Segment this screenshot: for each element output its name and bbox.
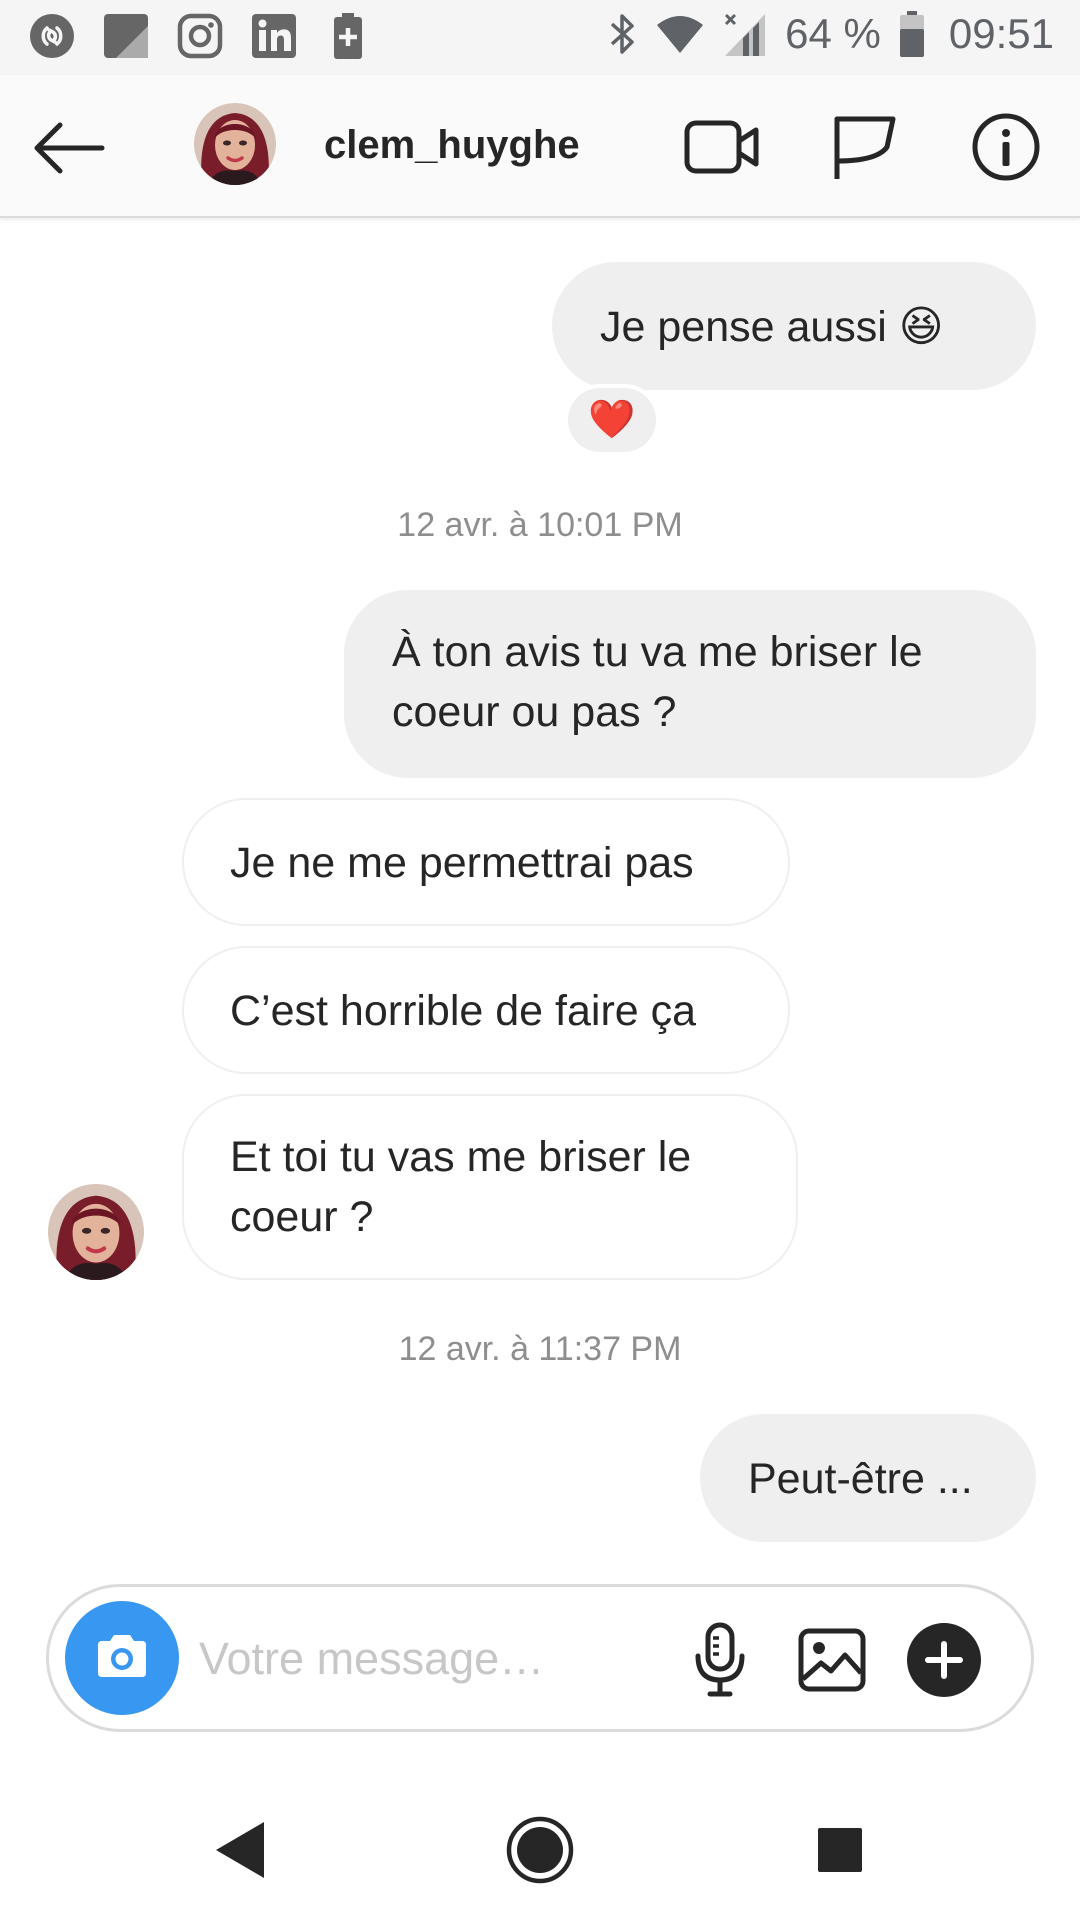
message-text: Je pense aussi 😆 — [600, 303, 944, 351]
system-nav-bar — [0, 1774, 1080, 1920]
microphone-icon[interactable] — [681, 1621, 759, 1699]
sender-avatar[interactable] — [48, 1184, 144, 1280]
message-bubble-incoming[interactable]: C’est horrible de faire ça — [182, 946, 790, 1074]
battery-saver-icon — [324, 12, 372, 60]
message-bubble-incoming[interactable]: Et toi tu vas me briser le coeur ? — [182, 1094, 798, 1280]
conversation-header: clem_huyghe — [0, 75, 1080, 218]
wifi-icon — [655, 13, 705, 55]
message-text: À ton avis tu va me briser le coeur ou p… — [392, 628, 923, 736]
video-call-icon[interactable] — [684, 111, 760, 183]
message-bubble-outgoing[interactable]: Peut-être ... — [700, 1414, 1036, 1542]
timestamp: 12 avr. à 11:37 PM — [398, 1330, 682, 1368]
camera-icon — [94, 1633, 150, 1684]
message-text: Je ne me permettrai pas — [230, 839, 694, 887]
linkedin-icon — [250, 12, 298, 60]
message-bubble-outgoing[interactable]: Je pense aussi 😆 — [552, 262, 1036, 390]
system-status: 64 % 09:51 — [607, 10, 1054, 58]
username[interactable]: clem_huyghe — [324, 123, 580, 168]
bluetooth-icon — [607, 11, 637, 57]
instagram-icon — [176, 12, 224, 60]
timestamp: 12 avr. à 10:01 PM — [397, 506, 683, 544]
message-bubble-outgoing[interactable]: À ton avis tu va me briser le coeur ou p… — [344, 590, 1036, 778]
notification-icons — [28, 12, 372, 60]
message-input[interactable] — [199, 1623, 679, 1695]
shazam-icon — [28, 12, 76, 60]
plus-icon[interactable] — [905, 1621, 983, 1699]
camera-button[interactable] — [65, 1601, 179, 1715]
message-text: Et toi tu vas me briser le coeur ? — [230, 1133, 692, 1241]
cellular-no-signal-icon — [723, 12, 767, 56]
heart-reaction[interactable]: ❤️ — [564, 384, 660, 456]
tile-icon — [102, 12, 150, 60]
info-icon[interactable] — [968, 111, 1044, 183]
flag-icon[interactable] — [826, 111, 902, 183]
message-text: C’est horrible de faire ça — [230, 987, 697, 1035]
clock: 09:51 — [948, 10, 1054, 57]
battery-icon — [899, 11, 925, 57]
home-circle-icon[interactable] — [500, 1810, 580, 1890]
back-triangle-icon[interactable] — [200, 1810, 280, 1890]
battery-percent: 64 % — [785, 10, 881, 57]
message-text: Peut-être ... — [748, 1455, 973, 1503]
reaction-emoji: ❤️ — [588, 399, 636, 441]
back-arrow-icon[interactable] — [30, 113, 110, 183]
message-bubble-incoming[interactable]: Je ne me permettrai pas — [182, 798, 790, 926]
gallery-icon[interactable] — [793, 1621, 871, 1699]
recents-square-icon[interactable] — [800, 1810, 880, 1890]
avatar[interactable] — [194, 103, 276, 185]
status-bar: 64 % 09:51 — [0, 0, 1080, 75]
message-composer — [46, 1584, 1034, 1732]
